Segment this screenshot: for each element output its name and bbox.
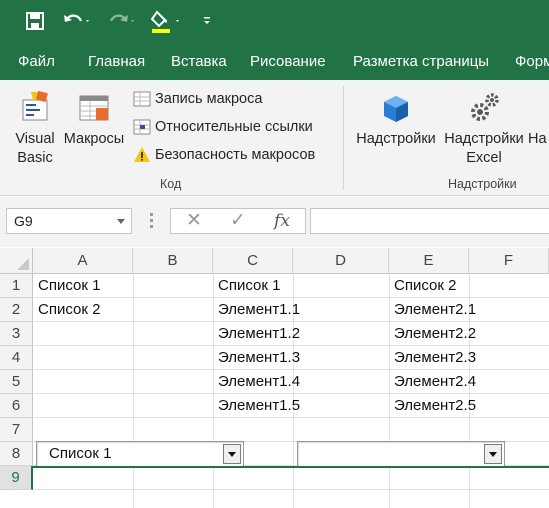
record-macro-icon [133,90,151,108]
cell-e5[interactable]: Элемент2.4 [389,370,476,394]
row-header-1[interactable]: 1 [0,274,33,298]
com-addins-label: На [528,131,547,147]
fill-color-icon[interactable] [150,9,184,33]
row-9-selection-top [33,466,549,490]
record-macro-label: Запись макроса [155,91,263,107]
combo-box-list[interactable]: Список 1 [36,441,244,467]
col-header-f[interactable]: F [469,248,549,274]
col-header-d[interactable]: D [293,248,389,274]
name-box[interactable]: G9 [6,208,132,234]
excel-addins-button[interactable]: Надстройки Excel [440,90,528,168]
record-macro-button[interactable]: Запись макроса [133,88,262,110]
cell-c2[interactable]: Элемент1.1 [213,298,300,322]
select-all-corner[interactable] [0,248,33,274]
cell-c6[interactable]: Элемент1.5 [213,394,300,418]
visual-basic-label-1: Visual [15,131,55,147]
gear-icon [466,90,502,126]
enter-icon[interactable]: ✓ [223,209,253,233]
col-header-e[interactable]: E [389,248,469,274]
undo-icon[interactable] [62,9,92,33]
cell-e1[interactable]: Список 2 [389,274,456,298]
ribbon-developer: Visual Basic Макросы Запись макроса Отно… [0,80,549,196]
col-header-b[interactable]: B [133,248,213,274]
com-addins-button[interactable]: На [528,130,549,149]
combo-box-items[interactable] [297,441,505,467]
insert-function-button[interactable]: fx [267,209,297,233]
row-header-5[interactable]: 5 [0,370,33,394]
cell-e4[interactable]: Элемент2.3 [389,346,476,370]
cell-e3[interactable]: Элемент2.2 [389,322,476,346]
cell-c4[interactable]: Элемент1.3 [213,346,300,370]
cell-a1[interactable]: Список 1 [33,274,100,298]
group-label-addins: Надстройки [448,177,517,191]
tab-home[interactable]: Главная [88,44,145,80]
macro-security-label: Безопасность макросов [155,147,316,163]
cancel-icon[interactable]: ✕ [179,209,209,233]
col-header-a[interactable]: A [33,248,133,274]
quick-access-toolbar [0,0,549,44]
row-header-6[interactable]: 6 [0,394,33,418]
tab-page-layout[interactable]: Разметка страницы [353,44,489,80]
cell-e6[interactable]: Элемент2.5 [389,394,476,418]
macros-icon [76,90,112,126]
excel-addins-label-2: Excel [466,150,502,166]
tab-formulas[interactable]: Форм [515,44,549,80]
tab-file[interactable]: Файл [18,44,55,80]
warning-icon [133,146,151,164]
macros-button[interactable]: Макросы [60,90,128,149]
redo-icon[interactable] [106,9,136,33]
formula-bar-grip[interactable] [150,213,153,229]
combo-box-list-value: Список 1 [49,445,112,462]
visual-basic-button[interactable]: Visual Basic [8,90,62,168]
row-header-4[interactable]: 4 [0,346,33,370]
save-icon[interactable] [26,9,44,33]
relative-refs-label: Относительные ссылки [155,119,313,135]
row-header-7[interactable]: 7 [0,418,33,442]
macro-security-button[interactable]: Безопасность макросов [133,144,315,166]
customize-qat-icon[interactable] [202,9,212,33]
row-header-8[interactable]: 8 [0,442,33,466]
formula-input[interactable] [310,208,549,234]
tab-insert[interactable]: Вставка [171,44,227,80]
name-box-value: G9 [14,213,33,229]
cell-e2[interactable]: Элемент2.1 [389,298,476,322]
relative-refs-button[interactable]: Относительные ссылки [133,116,313,138]
visual-basic-icon [17,90,53,126]
chevron-down-icon[interactable] [117,219,125,224]
visual-basic-label-2: Basic [17,150,53,166]
combo-box-list-dropdown[interactable] [223,444,241,464]
relative-refs-icon [133,118,151,136]
row-header-2[interactable]: 2 [0,298,33,322]
ribbon-tabs: Файл Главная Вставка Рисование Разметка … [0,44,549,80]
row-header-9[interactable]: 9 [0,466,33,490]
formula-bar: G9 ✕ ✓ fx [0,197,549,247]
addins-icon [378,90,414,126]
group-separator [343,86,344,190]
addins-button[interactable]: Надстройки [352,90,440,149]
tab-draw[interactable]: Рисование [250,44,326,80]
formula-buttons: ✕ ✓ fx [170,208,306,234]
cell-c1[interactable]: Список 1 [213,274,280,298]
combo-box-items-dropdown[interactable] [484,444,502,464]
cell-a2[interactable]: Список 2 [33,298,100,322]
cell-c3[interactable]: Элемент1.2 [213,322,300,346]
macros-label: Макросы [63,131,125,147]
excel-addins-label-1: Надстройки [444,131,524,147]
col-header-c[interactable]: C [213,248,293,274]
cell-c5[interactable]: Элемент1.4 [213,370,300,394]
addins-label: Надстройки [356,131,436,147]
group-label-code: Код [160,177,182,191]
row-header-3[interactable]: 3 [0,322,33,346]
